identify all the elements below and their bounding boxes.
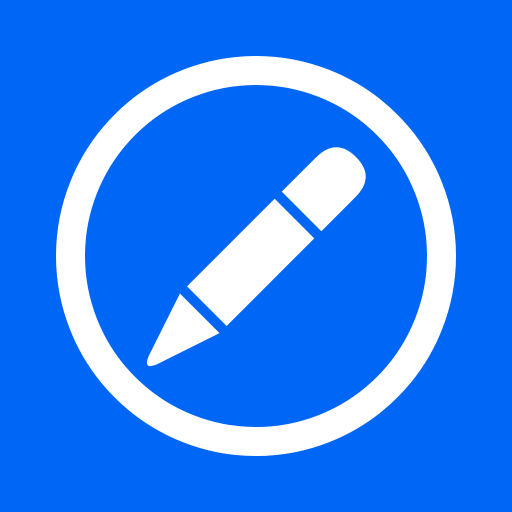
pencil-body <box>186 198 315 327</box>
edit-app-icon[interactable] <box>0 0 512 512</box>
pencil-icon <box>146 147 366 367</box>
pencil-eraser <box>281 147 366 232</box>
pencil-tip <box>146 293 220 367</box>
